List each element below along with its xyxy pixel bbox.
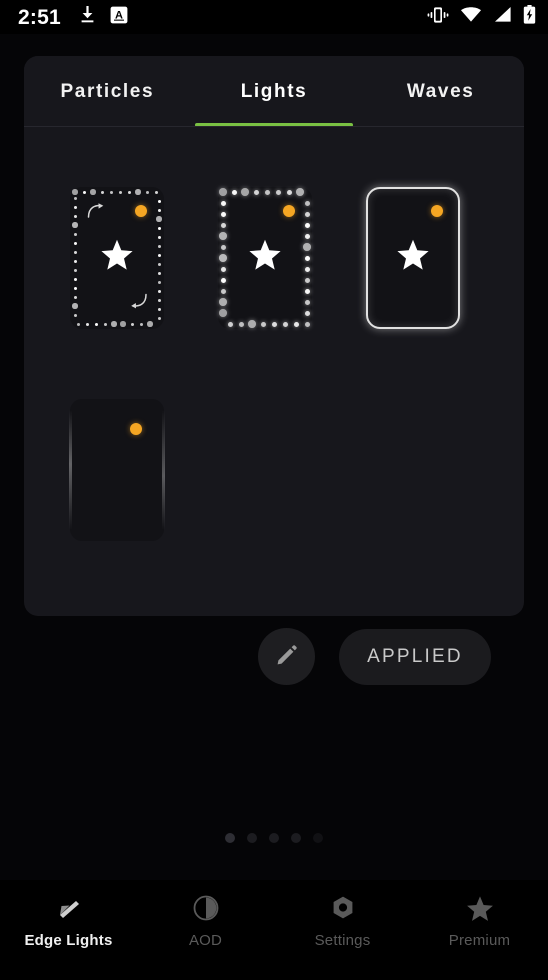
page-dot-3[interactable] (269, 833, 279, 843)
tab-waves[interactable]: Waves (357, 56, 524, 127)
nav-item-settings[interactable]: Settings (274, 894, 411, 949)
edge-lights-icon (55, 894, 83, 922)
nav-item-edge-lights-label: Edge Lights (24, 932, 113, 949)
effect-star-icon (248, 239, 282, 277)
page-dot-1[interactable] (225, 833, 235, 843)
cellular-signal-icon (493, 6, 512, 28)
effect-card-dotted-large-ring[interactable] (218, 187, 312, 329)
side-streak-left (69, 410, 72, 530)
premium-badge-dot (130, 423, 142, 435)
side-streak-right (162, 410, 165, 530)
premium-star-icon (466, 894, 494, 922)
caption-a-icon: A (110, 6, 128, 29)
vibrate-icon (427, 6, 449, 29)
tab-bar: Particles Lights Waves (24, 56, 524, 127)
rotate-arrow-top-left-icon (87, 203, 107, 224)
settings-nut-icon (329, 894, 357, 922)
tab-waves-label: Waves (406, 80, 475, 102)
page-indicator (0, 833, 548, 843)
bottom-navigation: Edge Lights AOD Settings Premium (0, 880, 548, 980)
download-icon (79, 5, 96, 29)
status-bar: 2:51 A (0, 0, 548, 34)
tab-lights[interactable]: Lights (191, 56, 358, 127)
phone-preview-body (70, 399, 164, 541)
rotate-arrow-bottom-right-icon (128, 293, 148, 314)
tab-lights-label: Lights (240, 80, 308, 102)
nav-item-premium[interactable]: Premium (411, 894, 548, 949)
nav-item-premium-label: Premium (448, 932, 511, 949)
nav-item-settings-label: Settings (314, 932, 371, 949)
tab-active-indicator (195, 123, 353, 127)
effect-card-solid-outline[interactable] (366, 187, 460, 329)
status-bar-left-icons: A (79, 5, 128, 29)
effects-panel: Particles Lights Waves (24, 56, 524, 616)
edit-button[interactable] (258, 628, 315, 685)
aod-clock-icon (192, 894, 220, 922)
tab-particles[interactable]: Particles (24, 56, 191, 127)
effect-card-dotted-small-ring[interactable] (70, 187, 164, 329)
pencil-icon (275, 643, 299, 670)
page-dot-4[interactable] (291, 833, 301, 843)
tab-particles-label: Particles (60, 80, 155, 102)
page-dot-5[interactable] (313, 833, 323, 843)
premium-badge-dot (135, 205, 147, 217)
status-bar-clock: 2:51 (18, 5, 61, 29)
action-row: APPLIED (0, 628, 548, 685)
premium-badge-dot (431, 205, 443, 217)
effect-star-icon (100, 239, 134, 277)
wifi-icon (460, 6, 482, 28)
page-dot-2[interactable] (247, 833, 257, 843)
effect-star-icon (396, 239, 430, 277)
status-bar-right-icons (427, 5, 536, 29)
battery-charging-icon (523, 5, 536, 29)
effect-card-side-streaks[interactable] (69, 399, 165, 541)
effects-grid (24, 127, 524, 541)
nav-item-aod[interactable]: AOD (137, 894, 274, 949)
applied-button[interactable]: APPLIED (339, 628, 491, 685)
premium-badge-dot (283, 205, 295, 217)
nav-item-edge-lights[interactable]: Edge Lights (0, 894, 137, 949)
app-root: 2:51 A Particles Lights Waves APPLIED Ed… (0, 0, 548, 980)
nav-item-aod-label: AOD (188, 932, 223, 949)
